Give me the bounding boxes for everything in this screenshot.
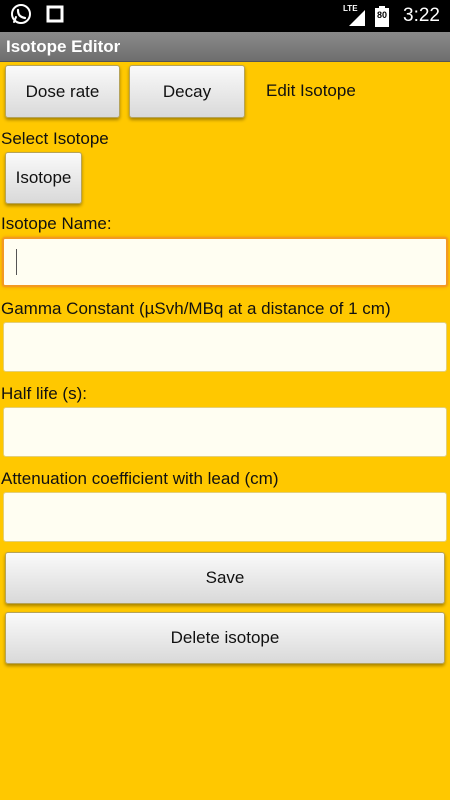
action-bar: Isotope Editor (0, 32, 450, 62)
attenuation-field[interactable] (3, 492, 447, 542)
select-isotope-label: Select Isotope (1, 129, 109, 148)
status-clock: 3:22 (403, 5, 440, 26)
attenuation-input[interactable] (4, 493, 446, 541)
app-title: Isotope Editor (6, 37, 121, 56)
delete-isotope-button[interactable]: Delete isotope (5, 612, 445, 664)
status-bar: LTE 80 3:22 (0, 0, 450, 32)
isotope-name-input[interactable] (4, 239, 446, 285)
notification-icons (10, 3, 64, 30)
text-caret (16, 249, 17, 275)
system-icons: LTE 80 3:22 (343, 0, 440, 32)
stop-square-icon (46, 5, 64, 28)
save-button[interactable]: Save (5, 552, 445, 604)
gamma-constant-label: Gamma Constant (µSvh/MBq at a distance o… (1, 299, 391, 318)
gamma-constant-field[interactable] (3, 322, 447, 372)
gamma-constant-input[interactable] (4, 323, 446, 371)
edit-isotope-label: Edit Isotope (266, 81, 356, 100)
half-life-input[interactable] (4, 408, 446, 456)
whatsapp-icon (10, 3, 32, 30)
isotope-name-field[interactable] (2, 237, 448, 287)
decay-button[interactable]: Decay (129, 65, 245, 118)
attenuation-label: Attenuation coefficient with lead (cm) (1, 469, 279, 488)
dose-rate-button[interactable]: Dose rate (5, 65, 120, 118)
isotope-select-button[interactable]: Isotope (5, 152, 82, 204)
battery-level: 80 (377, 10, 388, 20)
half-life-field[interactable] (3, 407, 447, 457)
half-life-label: Half life (s): (1, 384, 87, 403)
lte-signal-icon: LTE (343, 4, 367, 28)
battery-icon: 80 (375, 4, 390, 28)
isotope-name-label: Isotope Name: (1, 214, 112, 233)
